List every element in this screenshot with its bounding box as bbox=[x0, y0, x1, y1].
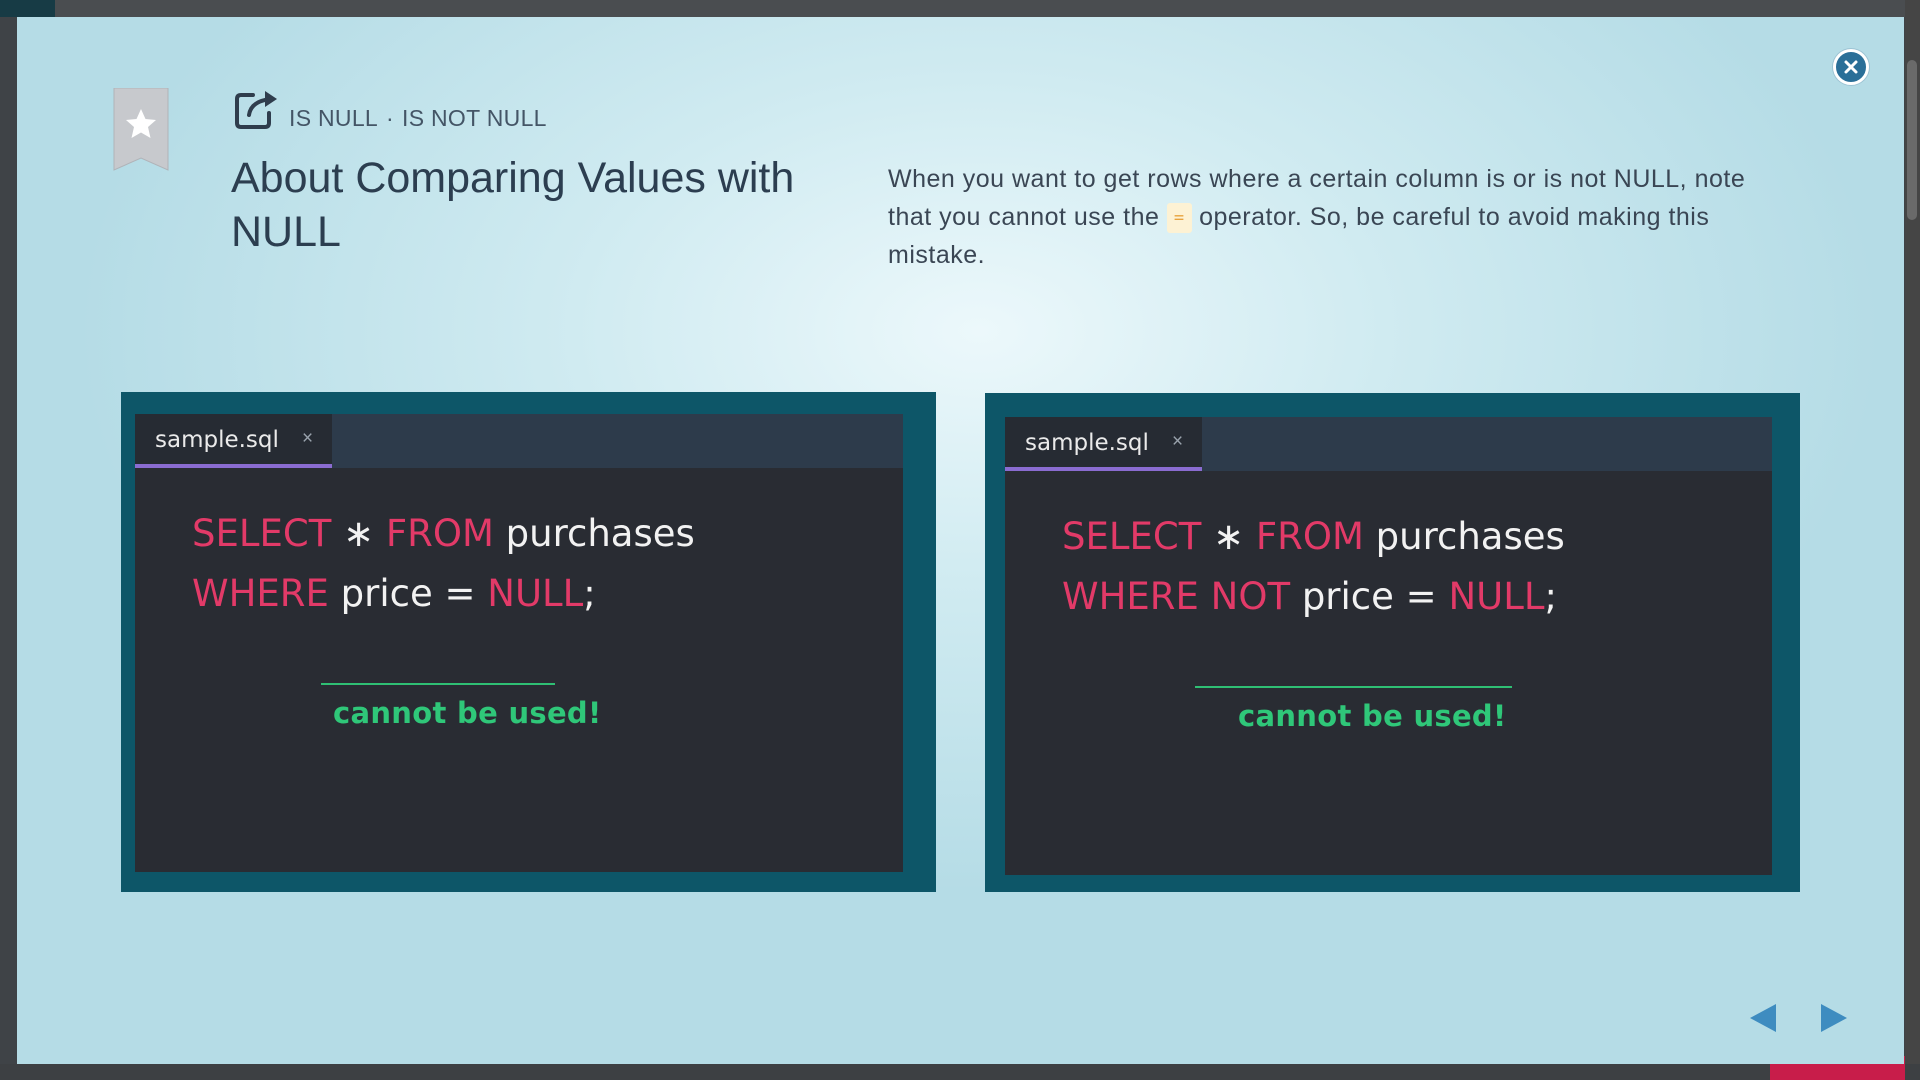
background-bottom-bar bbox=[0, 1064, 1920, 1080]
semicolon: ; bbox=[583, 572, 596, 615]
code-line-2: WHERE NOT price = NULL; bbox=[1062, 575, 1557, 618]
external-link-icon[interactable] bbox=[233, 87, 281, 131]
equals-operator-code: = bbox=[1166, 203, 1192, 233]
code-editor: sample.sql × SELECT ∗ FROM purchases WHE… bbox=[1005, 417, 1772, 875]
editor-tab[interactable]: sample.sql × bbox=[1005, 417, 1202, 471]
keyword-not: NOT bbox=[1210, 575, 1291, 618]
tab-filename: sample.sql bbox=[1025, 430, 1149, 456]
star-bookmark-icon[interactable] bbox=[112, 88, 170, 172]
keyword-where: WHERE bbox=[192, 572, 329, 615]
subtitle-is-null: IS NULL bbox=[289, 105, 379, 131]
slide-modal: IS NULL · IS NOT NULL About Comparing Valu… bbox=[17, 17, 1904, 1064]
keyword-select: SELECT bbox=[192, 512, 332, 555]
equals-operator: = bbox=[1405, 575, 1437, 618]
subtitle-separator: · bbox=[386, 105, 394, 131]
error-underline bbox=[1195, 686, 1512, 688]
editor-tab[interactable]: sample.sql × bbox=[135, 414, 332, 468]
table-name: purchases bbox=[505, 512, 695, 555]
warning-note: cannot be used! bbox=[333, 696, 602, 730]
background-top-bar bbox=[0, 0, 1920, 17]
slide-title: About Comparing Values with NULL bbox=[231, 154, 795, 256]
table-name: purchases bbox=[1375, 515, 1565, 558]
keyword-null: NULL bbox=[1448, 575, 1545, 618]
star-operator: ∗ bbox=[1213, 515, 1245, 558]
slide-description: When you want to get rows where a certai… bbox=[888, 160, 1788, 274]
code-panel-right: sample.sql × SELECT ∗ FROM purchases WHE… bbox=[985, 393, 1800, 892]
warning-note: cannot be used! bbox=[1238, 699, 1507, 733]
subtitle-is-not-null: IS NOT NULL bbox=[402, 105, 547, 131]
keyword-from: FROM bbox=[1255, 515, 1364, 558]
column-name: price bbox=[1301, 575, 1394, 618]
error-underline bbox=[321, 683, 555, 685]
keyword-where: WHERE bbox=[1062, 575, 1199, 618]
tab-close-icon[interactable]: × bbox=[302, 428, 313, 450]
code-editor: sample.sql × SELECT ∗ FROM purchases WHE… bbox=[135, 414, 903, 872]
tab-filename: sample.sql bbox=[155, 427, 279, 453]
close-icon bbox=[1844, 60, 1858, 74]
keyword-select: SELECT bbox=[1062, 515, 1202, 558]
lesson-subtitle: IS NULL · IS NOT NULL bbox=[289, 105, 547, 132]
semicolon: ; bbox=[1544, 575, 1557, 618]
page-scrollbar-thumb[interactable] bbox=[1907, 60, 1917, 220]
code-panel-left: sample.sql × SELECT ∗ FROM purchases WHE… bbox=[121, 392, 936, 892]
background-corner bbox=[0, 0, 55, 17]
keyword-null: NULL bbox=[487, 572, 584, 615]
column-name: price bbox=[340, 572, 433, 615]
code-line-1: SELECT ∗ FROM purchases bbox=[1062, 515, 1565, 558]
close-button[interactable] bbox=[1833, 49, 1869, 85]
keyword-from: FROM bbox=[385, 512, 494, 555]
star-operator: ∗ bbox=[343, 512, 375, 555]
equals-operator: = bbox=[444, 572, 476, 615]
code-line-2: WHERE price = NULL; bbox=[192, 572, 596, 615]
code-line-1: SELECT ∗ FROM purchases bbox=[192, 512, 695, 555]
prev-arrow-icon[interactable] bbox=[1748, 1003, 1778, 1033]
tab-close-icon[interactable]: × bbox=[1172, 431, 1183, 453]
editor-tab-bar: sample.sql × bbox=[135, 414, 903, 468]
editor-tab-bar: sample.sql × bbox=[1005, 417, 1772, 471]
next-arrow-icon[interactable] bbox=[1819, 1003, 1849, 1033]
